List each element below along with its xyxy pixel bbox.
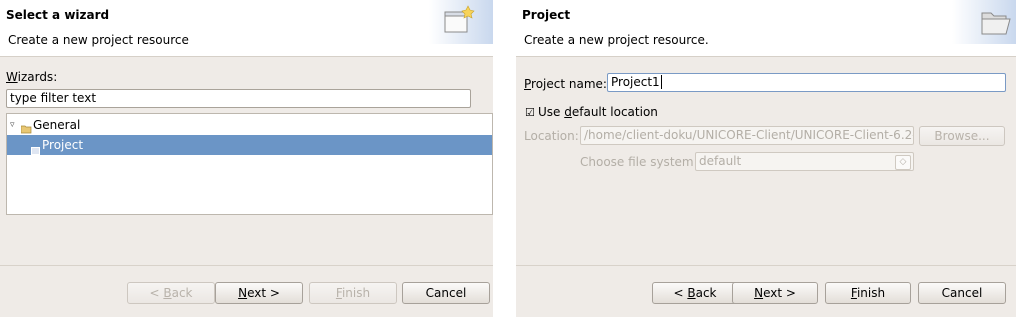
file-system-select[interactable]: default ◇ bbox=[695, 152, 914, 171]
back-button[interactable]: < Back bbox=[652, 282, 738, 304]
button-bar-separator bbox=[0, 265, 493, 266]
cancel-button[interactable]: Cancel bbox=[918, 282, 1006, 304]
checkmark-icon[interactable]: ☑ bbox=[525, 107, 536, 118]
tree-item-general[interactable]: ▿ General bbox=[7, 115, 492, 135]
finish-button[interactable]: Finish bbox=[309, 282, 397, 304]
use-default-location-label: Use default location bbox=[538, 105, 658, 119]
new-wizard-icon bbox=[429, 0, 493, 44]
wizards-label: Wizards: bbox=[6, 70, 58, 84]
tree-item-label: Project bbox=[42, 138, 84, 152]
tree-item-label: General bbox=[33, 118, 81, 132]
file-system-label: Choose file system: bbox=[580, 155, 698, 169]
wizard-title: Select a wizard bbox=[6, 8, 110, 22]
wizard-tree[interactable]: ▿ General Project bbox=[6, 113, 493, 215]
finish-button[interactable]: Finish bbox=[825, 282, 911, 304]
project-icon bbox=[31, 141, 40, 161]
project-name-label: Project name: bbox=[524, 77, 607, 91]
select-wizard-dialog: Select a wizard Create a new project res… bbox=[0, 0, 493, 317]
project-dialog: Project Create a new project resource. P… bbox=[516, 0, 1016, 317]
project-name-input[interactable]: Project1 bbox=[607, 73, 1006, 92]
location-label: Location: bbox=[524, 129, 579, 143]
wizard-header: Select a wizard Create a new project res… bbox=[0, 0, 493, 57]
folder-icon bbox=[952, 0, 1016, 44]
project-description: Create a new project resource. bbox=[524, 33, 709, 47]
browse-button[interactable]: Browse... bbox=[919, 126, 1005, 146]
back-button[interactable]: < Back bbox=[127, 282, 215, 304]
tree-item-project[interactable]: Project bbox=[7, 135, 492, 155]
cancel-button[interactable]: Cancel bbox=[402, 282, 490, 304]
combo-arrows-icon[interactable]: ◇ bbox=[895, 155, 911, 170]
next-button[interactable]: Next > bbox=[215, 282, 303, 304]
wizard-description: Create a new project resource bbox=[8, 33, 189, 47]
next-button[interactable]: Next > bbox=[732, 282, 818, 304]
project-header: Project Create a new project resource. bbox=[516, 0, 1016, 57]
tree-expander-icon[interactable]: ▿ bbox=[10, 115, 15, 135]
location-input[interactable]: /home/client-doku/UNICORE-Client/UNICORE… bbox=[580, 126, 914, 145]
button-bar-separator bbox=[516, 265, 1016, 266]
wizard-filter-input[interactable]: type filter text bbox=[6, 89, 471, 108]
project-title: Project bbox=[522, 8, 571, 22]
